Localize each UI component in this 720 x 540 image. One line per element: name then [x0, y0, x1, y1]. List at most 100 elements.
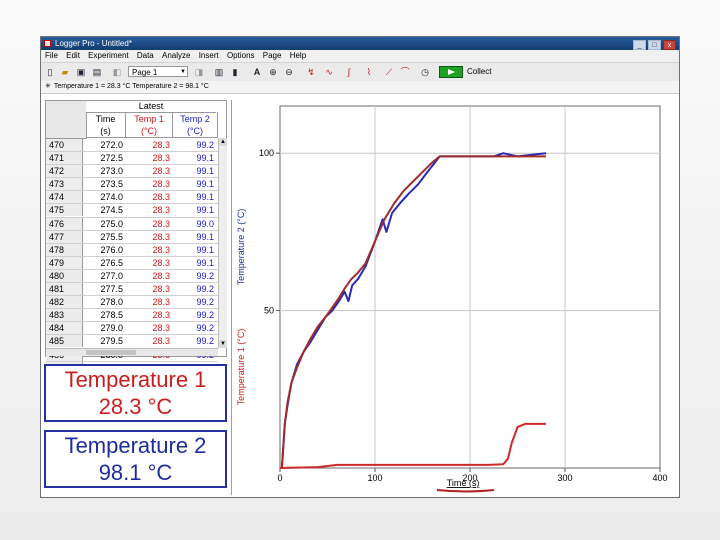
table-cell-t2[interactable]: 99.1	[174, 231, 214, 243]
table-cell-t2[interactable]: 99.2	[174, 283, 214, 295]
table-cell-t2[interactable]: 99.2	[174, 322, 214, 334]
table-cell-t1[interactable]: 28.3	[128, 204, 170, 216]
table-cell-time[interactable]: 275.0	[87, 218, 123, 230]
table-cell-t2[interactable]: 99.1	[174, 165, 214, 177]
column-header-temp2[interactable]: Temp 2 (°C)	[173, 112, 218, 138]
table-cell-t2[interactable]: 99.0	[174, 218, 214, 230]
save-icon[interactable]: ▣	[75, 66, 87, 78]
table-row[interactable]: 470 272.0 28.3 99.2	[46, 139, 218, 153]
table-row[interactable]: 480 277.0 28.3 99.2	[46, 269, 218, 284]
table-cell-t1[interactable]: 28.3	[128, 335, 170, 347]
table-cell-n[interactable]: 485	[46, 335, 83, 348]
scroll-up-icon[interactable]: ▲	[219, 138, 227, 146]
menu-file[interactable]: File	[45, 51, 58, 60]
next-page-icon[interactable]: ◨	[193, 66, 205, 78]
table-cell-time[interactable]: 277.0	[87, 270, 123, 282]
collect-button[interactable]	[439, 66, 463, 78]
table-cell-t2[interactable]: 99.1	[174, 244, 214, 256]
table-cell-t1[interactable]: 28.3	[128, 165, 170, 177]
table-cell-t1[interactable]: 28.3	[128, 322, 170, 334]
table-cell-n[interactable]: 472	[46, 165, 83, 178]
table-cell-n[interactable]: 480	[46, 269, 83, 282]
table-cell-n[interactable]: 476	[46, 217, 83, 230]
table-row[interactable]: 482 278.0 28.3 99.2	[46, 296, 218, 310]
table-row[interactable]: 475 274.5 28.3 99.1	[46, 204, 218, 218]
column-header-time[interactable]: Time (s)	[86, 112, 126, 138]
table-cell-t2[interactable]: 99.2	[174, 296, 214, 308]
graph-panel[interactable]: 0 100 200 300 400 50 100 Temperature 1 (°C) Te…	[231, 100, 678, 495]
table-cell-t2[interactable]: 99.1	[174, 257, 214, 269]
temperature-2-meter[interactable]: Temperature 2 98.1 °C	[44, 430, 227, 488]
table-cell-t1[interactable]: 28.3	[128, 296, 170, 308]
statistics-icon[interactable]: ∫	[343, 66, 355, 78]
table-cell-time[interactable]: 273.5	[87, 178, 123, 190]
table-row[interactable]: 477 275.5 28.3 99.1	[46, 230, 218, 244]
table-cell-n[interactable]: 484	[46, 322, 83, 335]
examine-icon[interactable]: ↯	[305, 66, 317, 78]
table-row[interactable]: 479 276.5 28.3 99.1	[46, 256, 218, 270]
table-cell-t1[interactable]: 28.3	[128, 270, 170, 282]
table-cell-n[interactable]: 481	[46, 283, 83, 296]
table-icon[interactable]: ▥	[213, 66, 225, 78]
table-cell-time[interactable]: 278.0	[87, 296, 123, 308]
open-folder-icon[interactable]: ▰	[59, 66, 71, 78]
table-cell-t1[interactable]: 28.3	[128, 244, 170, 256]
table-cell-time[interactable]: 272.5	[87, 152, 123, 164]
column-header-temp1[interactable]: Temp 1 (°C)	[126, 112, 173, 138]
table-cell-t1[interactable]: 28.3	[128, 191, 170, 203]
table-row[interactable]: 473 273.5 28.3 99.1	[46, 178, 218, 192]
table-horizontal-scrollbar[interactable]	[46, 348, 218, 356]
data-collection-clock-icon[interactable]: ◷	[419, 66, 431, 78]
table-vertical-scrollbar[interactable]: ▲ ▼	[218, 138, 227, 348]
menu-insert[interactable]: Insert	[199, 51, 219, 60]
table-cell-time[interactable]: 275.5	[87, 231, 123, 243]
table-cell-t1[interactable]: 28.3	[128, 139, 170, 151]
table-cell-n[interactable]: 470	[46, 139, 83, 151]
table-cell-t2[interactable]: 99.1	[174, 178, 214, 190]
table-cell-time[interactable]: 276.5	[87, 257, 123, 269]
table-cell-t1[interactable]: 28.3	[128, 309, 170, 321]
minimize-button[interactable]: _	[633, 40, 646, 50]
table-cell-n[interactable]: 473	[46, 178, 83, 191]
battery-icon[interactable]: ▮	[229, 66, 241, 78]
table-cell-t1[interactable]: 28.3	[128, 231, 170, 243]
table-row[interactable]: 478 276.0 28.3 99.1	[46, 243, 218, 257]
menu-experiment[interactable]: Experiment	[88, 51, 128, 60]
table-cell-n[interactable]: 477	[46, 230, 83, 243]
table-cell-t2[interactable]: 99.2	[174, 139, 214, 151]
table-cell-time[interactable]: 279.5	[87, 335, 123, 347]
scroll-down-icon[interactable]: ▼	[219, 340, 227, 348]
table-row[interactable]: 483 278.5 28.3 99.2	[46, 309, 218, 323]
text-annotation-icon[interactable]: A	[251, 66, 263, 78]
table-row[interactable]: 471 272.5 28.3 99.1	[46, 152, 218, 166]
new-file-icon[interactable]: ▯	[44, 66, 56, 78]
table-cell-n[interactable]: 475	[46, 204, 83, 217]
table-cell-time[interactable]: 274.5	[87, 204, 123, 216]
table-cell-time[interactable]: 274.0	[87, 191, 123, 203]
menu-analyze[interactable]: Analyze	[162, 51, 190, 60]
table-row[interactable]: 472 273.0 28.3 99.1	[46, 165, 218, 179]
table-row[interactable]: 476 275.0 28.3 99.0	[46, 217, 218, 231]
table-cell-n[interactable]: 471	[46, 152, 83, 165]
table-cell-time[interactable]: 278.5	[87, 309, 123, 321]
table-cell-time[interactable]: 279.0	[87, 322, 123, 334]
scroll-thumb[interactable]	[86, 350, 136, 355]
close-button[interactable]: x	[663, 40, 676, 50]
table-cell-time[interactable]: 272.0	[87, 139, 123, 151]
table-cell-t2[interactable]: 99.2	[174, 335, 214, 347]
tangent-icon[interactable]: ∿	[323, 66, 335, 78]
table-cell-t1[interactable]: 28.3	[128, 218, 170, 230]
menu-edit[interactable]: Edit	[66, 51, 80, 60]
menu-options[interactable]: Options	[227, 51, 255, 60]
menu-page[interactable]: Page	[263, 51, 282, 60]
table-cell-t2[interactable]: 99.2	[174, 309, 214, 321]
table-cell-t2[interactable]: 99.1	[174, 152, 214, 164]
table-cell-time[interactable]: 273.0	[87, 165, 123, 177]
table-cell-t1[interactable]: 28.3	[128, 257, 170, 269]
table-cell-t1[interactable]: 28.3	[128, 178, 170, 190]
table-cell-time[interactable]: 276.0	[87, 244, 123, 256]
page-select[interactable]: Page 1 ▼	[128, 66, 188, 77]
temperature-1-meter[interactable]: Temperature 1 28.3 °C	[44, 364, 227, 422]
previous-page-icon[interactable]: ◧	[111, 66, 123, 78]
table-cell-t1[interactable]: 28.3	[128, 152, 170, 164]
